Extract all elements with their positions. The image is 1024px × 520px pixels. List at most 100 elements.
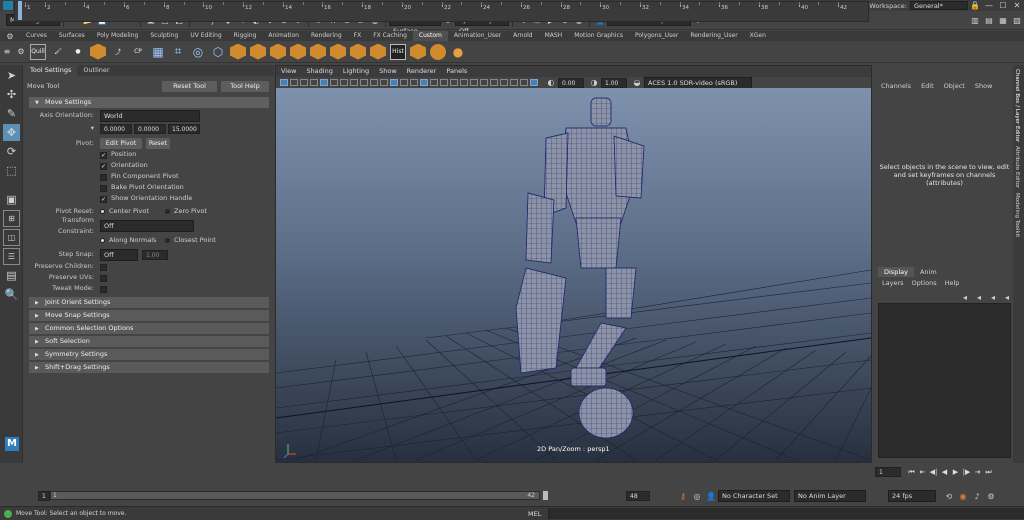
freeze-icon[interactable] [410,43,426,60]
film-gate-icon[interactable] [330,79,338,86]
workspace-dropdown[interactable]: General* [910,1,968,10]
channel-menu-object[interactable]: Object [939,81,970,92]
shelf-tab-sculpting[interactable]: Sculpting [144,31,184,41]
time-slider-track[interactable]: 1 2 4 6 8 10 12 14 16 18 20 22 24 26 28 30 32 34 36 38 40 42 [14,1,869,22]
soft-selection-header[interactable]: ▶ Soft Selection [29,336,269,347]
tab-outliner[interactable]: Outliner [77,65,115,76]
playhead[interactable] [18,1,22,20]
viewport-menu-lighting[interactable]: Lighting [338,66,374,77]
step-back-key-icon[interactable]: ⇤ [917,467,928,478]
bend-icon[interactable]: ⤴ [110,44,126,60]
antialiasing-icon[interactable] [500,79,508,86]
play-back-icon[interactable]: ◀ [939,467,950,478]
safe-title-icon[interactable] [380,79,388,86]
shelf-tab-motion-graphics[interactable]: Motion Graphics [568,31,629,41]
image-plane-icon[interactable] [310,79,318,86]
shelf-tab-rendering-user[interactable]: Rendering_User [684,31,743,41]
radio-center-pivot[interactable] [100,209,105,214]
safe-action-icon[interactable] [370,79,378,86]
motion-blur-icon[interactable] [490,79,498,86]
channel-menu-edit[interactable]: Edit [916,81,939,92]
mel-label[interactable]: MEL [528,510,541,518]
tab-display[interactable]: Display [878,267,914,277]
channel-toggle-icon[interactable]: ▦ [997,14,1009,26]
viewport-menu-renderer[interactable]: Renderer [402,66,442,77]
grid-toggle-icon[interactable] [320,79,328,86]
color-management-icon[interactable]: ◒ [631,77,643,89]
edit-pivot-button[interactable]: Edit Pivot [100,138,142,149]
character-icon[interactable]: 👤 [705,490,717,502]
smooth-icon[interactable] [330,43,346,60]
go-to-end-icon[interactable]: ⏭ [983,467,994,478]
quill-icon[interactable]: Quill [30,43,46,60]
exposure-field[interactable]: 0.00 [558,77,584,88]
grid-mesh-icon[interactable]: ▦ [150,44,166,60]
shelf-tab-rendering[interactable]: Rendering [305,31,348,41]
checkbox[interactable] [100,185,107,192]
checkbox[interactable] [100,174,107,181]
radio-zero-pivot[interactable] [165,209,170,214]
reset-tool-button[interactable]: Reset Tool [162,80,217,92]
tab-attribute-editor[interactable]: Attribute Editor [1014,146,1020,188]
shelf-tab-animation[interactable]: Animation [262,31,305,41]
history-delete-icon[interactable]: Hist [390,43,406,60]
wireframe-on-shaded-icon[interactable] [420,79,428,86]
range-handle[interactable] [543,491,548,500]
layer-list[interactable] [878,303,1011,458]
wireframe-icon[interactable] [390,79,398,86]
tab-channel-box[interactable]: Channel Box / Layer Editor [1014,69,1020,142]
checkbox-bake-pivot[interactable]: Bake Pivot Orientation [24,182,274,193]
viewport-menu-show[interactable]: Show [374,66,402,77]
reset-pivot-button[interactable]: Reset [146,138,170,149]
gamma-icon[interactable]: ◑ [588,77,600,89]
sidebar-toggle-icon[interactable]: ▤ [983,14,995,26]
select-tool-icon[interactable]: ➤ [3,67,20,84]
axis-z-field[interactable]: 15.0000 [168,123,200,134]
extrude-icon[interactable] [230,43,246,60]
zoom-icon[interactable]: 🔍 [3,286,20,303]
bevel-icon[interactable] [250,43,266,60]
preserve-uvs-checkbox[interactable] [100,275,107,282]
layer-menu-help[interactable]: Help [941,279,964,288]
mel-command-input[interactable] [548,508,1024,519]
move-layer-icon[interactable]: ◂ [987,291,999,303]
color-space-dropdown[interactable]: ACES 1.0 SDR-video (sRGB) [644,76,752,89]
joint-orient-settings-header[interactable]: ▶ Joint Orient Settings [29,297,269,308]
lights-icon[interactable] [460,79,468,86]
shelf-tab-polygons-user[interactable]: Polygons_User [629,31,684,41]
tab-tool-settings[interactable]: Tool Settings [24,65,78,76]
shelf-tab-fx-caching[interactable]: FX Caching [367,31,413,41]
shadows-icon[interactable] [470,79,478,86]
shelf-tab-rigging[interactable]: Rigging [228,31,263,41]
scene-view[interactable] [276,88,871,462]
shelf-menu-icon[interactable]: ≡ [1,46,13,58]
workspace-selector[interactable]: Workspace: General* 🔒 — ☐ ✕ [869,0,1024,11]
radio-along-normals[interactable] [100,238,105,243]
checkbox-position[interactable]: ✓ Position [24,149,274,160]
fps-dropdown[interactable]: 24 fps [888,490,936,502]
start-time-field[interactable]: 1 [38,491,50,501]
shelf-tab-mash[interactable]: MASH [539,31,569,41]
exposure-icon[interactable]: ◐ [545,77,557,89]
hud-icon[interactable] [530,79,538,86]
move-tool-icon[interactable]: ✥ [3,124,20,141]
shelf-editor-icon[interactable]: ⚙ [15,46,27,58]
combine-icon[interactable] [290,43,306,60]
axis-y-field[interactable]: 0.0000 [134,123,166,134]
transform-constraint-dropdown[interactable]: Off [100,219,194,232]
layout-toggle-icon[interactable]: ▧ [1011,14,1023,26]
checkbox[interactable]: ✓ [100,152,107,159]
move-settings-header[interactable]: ▼ Move Settings [29,97,269,108]
lasso-tool-icon[interactable]: ✣ [3,86,20,103]
move-snap-settings-header[interactable]: ▶ Move Snap Settings [29,310,269,321]
new-layer-selected-icon[interactable]: ◂ [973,291,985,303]
tab-modeling-toolkit[interactable]: Modeling Toolkit [1014,193,1020,237]
boolean-icon[interactable] [350,43,366,60]
close-icon[interactable]: ✕ [1011,0,1023,12]
layout-icon[interactable]: ◫ [3,229,20,246]
field-chart-icon[interactable] [360,79,368,86]
four-view-icon[interactable]: ⊞ [3,210,20,227]
shelf-tab-arnold[interactable]: Arnold [507,31,538,41]
shelf-tab-custom[interactable]: Custom [412,31,448,41]
resolution-gate-icon[interactable] [340,79,348,86]
